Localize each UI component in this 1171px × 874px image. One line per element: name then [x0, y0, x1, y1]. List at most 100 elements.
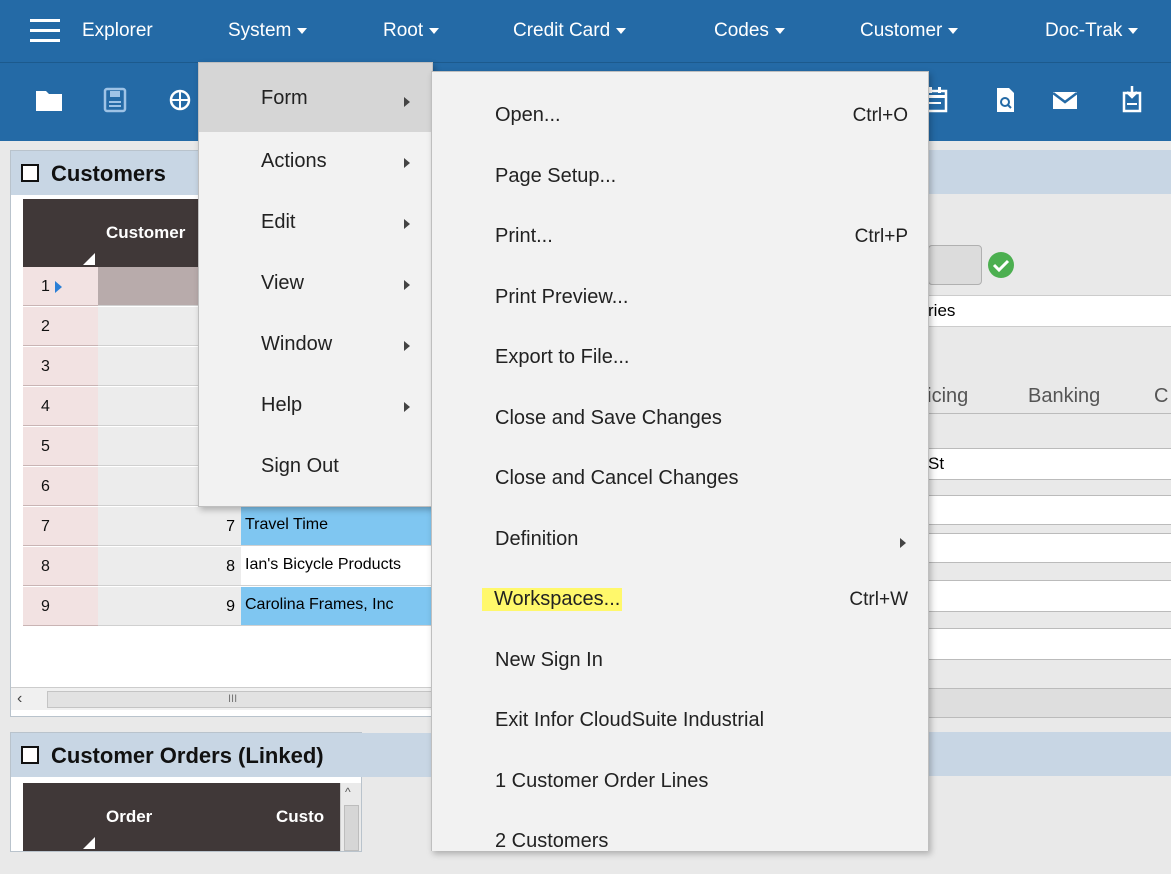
- menu-item-form[interactable]: Form: [199, 63, 432, 132]
- horizontal-scrollbar[interactable]: ‹ III: [11, 687, 436, 710]
- form-menu-item-label: Print Preview...: [495, 285, 629, 308]
- address-field-3[interactable]: [928, 533, 1171, 563]
- menu-item-window[interactable]: Window: [199, 315, 432, 376]
- menu-item-view[interactable]: View: [199, 254, 432, 315]
- scrollbar-thumb[interactable]: [344, 805, 359, 851]
- hamburger-menu-icon[interactable]: [30, 19, 60, 43]
- menu-root[interactable]: Root: [383, 0, 440, 62]
- order-column-header[interactable]: Order: [98, 783, 270, 851]
- scroll-track[interactable]: [928, 688, 1171, 718]
- lookup-field[interactable]: [928, 245, 982, 285]
- row-header[interactable]: 6: [23, 467, 98, 506]
- form-menu-item-close-and-save-changes[interactable]: Close and Save Changes: [432, 393, 928, 451]
- customer-number-cell[interactable]: 8: [98, 547, 241, 586]
- menu-codes-label: Codes: [714, 20, 769, 41]
- name-field[interactable]: ries: [928, 295, 1171, 327]
- order-column-label: Order: [106, 807, 153, 826]
- menu-item-help[interactable]: Help: [199, 376, 432, 437]
- save-icon[interactable]: [98, 83, 132, 117]
- menu-system[interactable]: System: [228, 0, 308, 62]
- open-folder-icon[interactable]: [32, 83, 66, 117]
- row-header[interactable]: 2: [23, 307, 98, 346]
- address-field[interactable]: St: [928, 448, 1171, 480]
- menu-bar: Explorer System Root Credit Card Codes C…: [0, 0, 1171, 62]
- form-menu-item-2-customers[interactable]: 2 Customers: [432, 816, 928, 874]
- menu-codes[interactable]: Codes: [714, 0, 785, 62]
- state-field[interactable]: [928, 628, 1171, 660]
- submenu-arrow-icon: [404, 402, 410, 412]
- select-all-corner-icon: [83, 837, 95, 849]
- form-menu-item-print-preview[interactable]: Print Preview...: [432, 272, 928, 330]
- form-menu-item-open[interactable]: Open... Ctrl+O: [432, 90, 928, 148]
- globe-icon[interactable]: [160, 83, 194, 117]
- scroll-up-arrow-icon[interactable]: ^: [345, 785, 351, 799]
- form-menu-item-workspaces[interactable]: Workspaces... Ctrl+W: [432, 574, 928, 632]
- menu-credit-card[interactable]: Credit Card: [513, 0, 627, 62]
- menu-credit-card-label: Credit Card: [513, 20, 611, 41]
- row-header[interactable]: 7: [23, 507, 98, 546]
- sign-in-icon[interactable]: [1115, 83, 1149, 117]
- menu-item-sign-out[interactable]: Sign Out: [199, 437, 432, 498]
- menu-item-actions[interactable]: Actions: [199, 132, 432, 193]
- orders-panel-header: Customer Orders (Linked): [11, 733, 436, 777]
- document-search-icon[interactable]: [988, 83, 1022, 117]
- tab-banking[interactable]: Banking: [1028, 385, 1100, 408]
- form-menu-item-exit-infor-cloudsuite-industrial[interactable]: Exit Infor CloudSuite Industrial: [432, 695, 928, 753]
- form-submenu: Open... Ctrl+O Page Setup... Print... Ctrl+P…: [431, 71, 929, 852]
- form-menu-item-label: Workspaces...: [482, 588, 623, 611]
- scrollbar-thumb[interactable]: III: [47, 691, 436, 708]
- customer-name-cell[interactable]: Carolina Frames, Inc: [241, 587, 446, 626]
- customer-number-cell[interactable]: 7: [98, 507, 241, 546]
- menu-system-label: System: [228, 20, 292, 41]
- form-menu-item-new-sign-in[interactable]: New Sign In: [432, 635, 928, 693]
- form-menu-item-1-customer-order-lines[interactable]: 1 Customer Order Lines: [432, 756, 928, 814]
- row-header[interactable]: 3: [23, 347, 98, 386]
- row-header[interactable]: 8: [23, 547, 98, 586]
- chevron-down-icon: [616, 27, 627, 34]
- chevron-down-icon: [774, 27, 785, 34]
- address-field-2[interactable]: [928, 495, 1171, 525]
- customer-number-cell[interactable]: 9: [98, 587, 241, 626]
- form-menu-item-page-setup[interactable]: Page Setup...: [432, 151, 928, 209]
- menu-customer[interactable]: Customer: [860, 0, 959, 62]
- orders-grid-corner[interactable]: [23, 783, 98, 851]
- form-menu-item-export-to-file[interactable]: Export to File...: [432, 332, 928, 390]
- menu-explorer[interactable]: Explorer: [82, 0, 153, 62]
- menu-item-edit[interactable]: Edit: [199, 193, 432, 254]
- grid-corner-header[interactable]: [23, 199, 98, 267]
- collapse-square-icon[interactable]: [21, 164, 39, 182]
- form-menu-item-definition[interactable]: Definition: [432, 514, 928, 572]
- city-field[interactable]: [928, 580, 1171, 612]
- form-menu-item-print[interactable]: Print... Ctrl+P: [432, 211, 928, 269]
- form-menu-item-label: Print...: [495, 225, 553, 247]
- scroll-left-arrow-icon[interactable]: ‹: [17, 690, 22, 708]
- menu-item-help-label: Help: [261, 394, 303, 416]
- form-menu-item-label: Export to File...: [495, 346, 630, 368]
- customer-name-cell[interactable]: Ian's Bicycle Products: [241, 547, 446, 586]
- submenu-arrow-icon: [404, 280, 410, 290]
- detail-header: [928, 150, 1171, 194]
- customer-name-cell[interactable]: Travel Time: [241, 507, 446, 546]
- tab-more[interactable]: C: [1154, 385, 1168, 408]
- vertical-scrollbar[interactable]: ^: [340, 783, 361, 851]
- form-menu-item-close-and-cancel-changes[interactable]: Close and Cancel Changes: [432, 453, 928, 511]
- menu-doc-trak[interactable]: Doc-Trak: [1045, 0, 1139, 62]
- row-header[interactable]: 5: [23, 427, 98, 466]
- customer-column-header[interactable]: Custo: [270, 783, 340, 851]
- orders-panel-title: Customer Orders (Linked): [51, 743, 324, 768]
- form-menu-item-label: Exit Infor CloudSuite Industrial: [495, 709, 765, 731]
- collapse-square-icon[interactable]: [21, 746, 39, 764]
- row-header[interactable]: 4: [23, 387, 98, 426]
- form-menu-item-label: Definition: [495, 527, 579, 550]
- select-all-corner-icon: [83, 253, 95, 265]
- menu-item-sign-out-label: Sign Out: [261, 455, 339, 477]
- shortcut-label: Ctrl+P: [854, 226, 908, 247]
- menu-item-edit-label: Edit: [261, 211, 296, 233]
- menu-item-view-label: View: [261, 272, 304, 294]
- cust-column-label: Custo: [276, 807, 325, 826]
- form-menu-item-label: Close and Cancel Changes: [495, 467, 739, 489]
- row-header[interactable]: 9: [23, 587, 98, 626]
- chevron-down-icon: [948, 27, 959, 34]
- customer-detail-area: ries oicing Banking C St: [916, 150, 1171, 850]
- mail-icon[interactable]: [1048, 83, 1082, 117]
